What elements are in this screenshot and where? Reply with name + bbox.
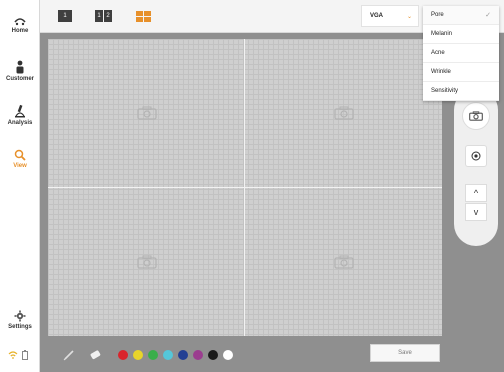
dropdown-item-pore[interactable]: Pore ✓ (423, 6, 499, 25)
down-arrow-icon: v (473, 207, 479, 217)
battery-icon (22, 350, 28, 360)
status-icons (8, 350, 28, 360)
image-canvas[interactable] (48, 39, 442, 336)
color-swatch[interactable] (208, 350, 218, 360)
customer-icon (16, 60, 24, 74)
gear-icon (14, 310, 26, 322)
up-arrow-icon: ^ (473, 188, 479, 198)
camera-icon (333, 106, 354, 120)
color-swatch[interactable] (133, 350, 143, 360)
analysis-type-dropdown[interactable]: Pore ✓ Melanin Acne Wrinkle Sensitivity (423, 6, 499, 101)
save-button[interactable]: Save (370, 344, 440, 362)
camera-icon (136, 106, 157, 120)
image-slot[interactable] (48, 39, 245, 187)
dropdown-item-melanin[interactable]: Melanin (423, 25, 499, 44)
dropdown-item-wrinkle[interactable]: Wrinkle (423, 63, 499, 82)
zoom-down-button[interactable]: v (465, 203, 487, 221)
layout-split-label-2: 2 (104, 10, 112, 22)
layout-quad-button[interactable] (136, 11, 151, 23)
camera-icon (469, 111, 483, 121)
dropdown-item-label: Acne (431, 50, 445, 56)
sidebar-item-label: Customer (5, 76, 34, 82)
layout-single-button[interactable]: 1 (58, 10, 72, 22)
sidebar-item-home[interactable]: Home (0, 16, 40, 34)
dropdown-item-label: Sensitivity (431, 88, 459, 94)
sidebar-item-label: View (13, 163, 27, 169)
target-icon (471, 151, 481, 161)
sidebar-item-analysis[interactable]: Analysis (0, 104, 40, 126)
record-button[interactable] (465, 145, 487, 167)
layout-split-button[interactable]: 1 2 (95, 10, 112, 22)
microscope-icon (15, 104, 25, 118)
resolution-value: VGA (370, 13, 384, 19)
capture-button[interactable] (462, 102, 490, 130)
image-slot[interactable] (245, 39, 442, 187)
sidebar-item-customer[interactable]: Customer (0, 60, 40, 82)
magnifier-icon (14, 149, 26, 161)
camera-icon (136, 255, 157, 269)
home-icon (14, 18, 26, 26)
dropdown-item-sensitivity[interactable]: Sensitivity (423, 82, 499, 101)
quad-cell-icon (136, 17, 143, 22)
eraser-icon[interactable] (88, 348, 102, 362)
quad-cell-icon (136, 11, 143, 16)
sidebar: Home Customer Analysis View Settings (0, 0, 40, 372)
camera-icon (333, 255, 354, 269)
camera-control-panel: ^ v (454, 88, 498, 246)
dropdown-item-label: Wrinkle (431, 69, 451, 75)
wifi-icon (8, 351, 18, 359)
drawing-toolbar: Save (40, 338, 504, 372)
sidebar-item-label: Home (11, 28, 29, 34)
zoom-up-button[interactable]: ^ (465, 184, 487, 202)
sidebar-item-settings[interactable]: Settings (0, 310, 40, 330)
dropdown-item-acne[interactable]: Acne (423, 44, 499, 63)
image-slot[interactable] (245, 188, 442, 336)
color-swatch[interactable] (193, 350, 203, 360)
layout-single-label: 1 (58, 10, 72, 22)
dropdown-item-label: Melanin (431, 31, 453, 37)
color-swatch[interactable] (148, 350, 158, 360)
resolution-select[interactable]: VGA ⌄ (361, 5, 419, 27)
quad-cell-icon (144, 17, 151, 22)
image-slot[interactable] (48, 188, 245, 336)
color-swatch[interactable] (163, 350, 173, 360)
layout-split-label-1: 1 (95, 10, 103, 22)
color-swatch[interactable] (118, 350, 128, 360)
pen-icon[interactable] (62, 348, 76, 362)
chevron-down-icon: ⌄ (406, 14, 412, 20)
color-swatch[interactable] (223, 350, 233, 360)
canvas-divider-horizontal (48, 187, 442, 188)
sidebar-item-label: Analysis (7, 120, 33, 126)
color-swatch[interactable] (178, 350, 188, 360)
sidebar-item-label: Settings (8, 324, 32, 330)
sidebar-item-view[interactable]: View (0, 149, 40, 169)
dropdown-item-label: Pore (431, 12, 444, 18)
check-icon: ✓ (485, 12, 491, 19)
quad-cell-icon (144, 11, 151, 16)
